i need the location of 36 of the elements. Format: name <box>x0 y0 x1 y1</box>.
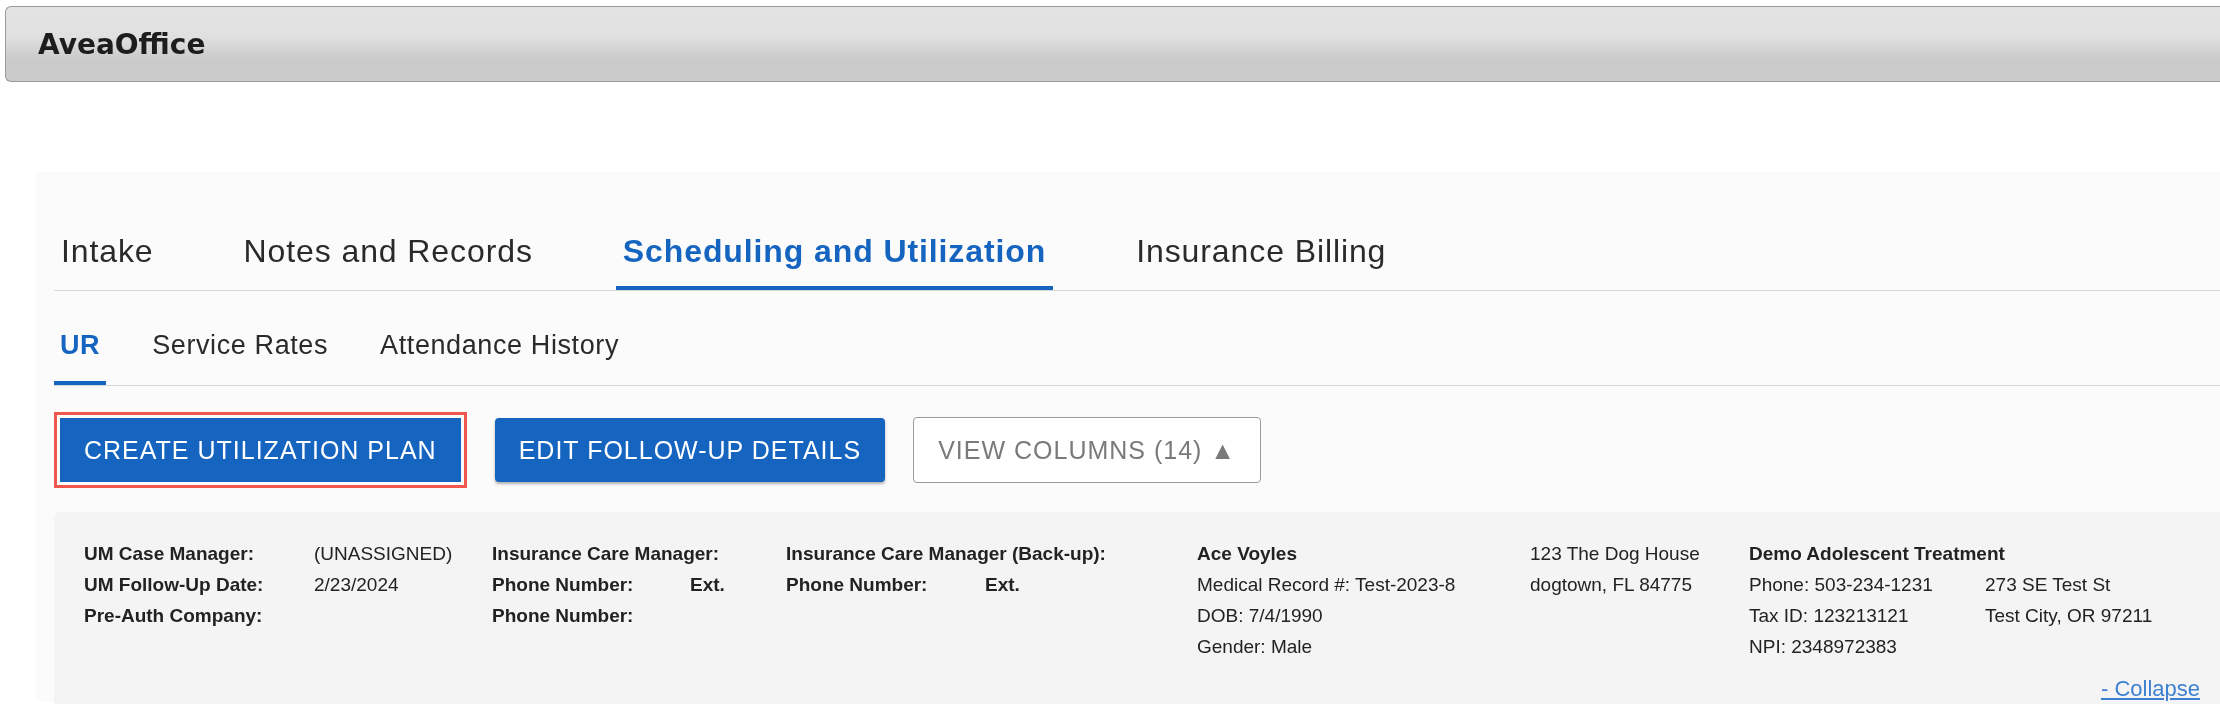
subtab[interactable]: UR <box>54 309 107 385</box>
action-button[interactable]: EDIT FOLLOW-UP DETAILS <box>494 418 886 482</box>
field-value: Ext. <box>690 573 725 597</box>
field-value: (UNASSIGNED) <box>314 542 453 566</box>
action-button[interactable]: VIEW COLUMNS (14) ▲ <box>913 417 1262 483</box>
contact-line: Tax ID: 123213121 <box>1749 604 1910 628</box>
address-line: Test City, OR 97211 <box>1985 604 2153 628</box>
tab[interactable]: Scheduling and Utilization <box>615 216 1054 290</box>
address-line: 273 SE Test St <box>1985 573 2112 597</box>
action-button[interactable]: CREATE UTILIZATION PLAN <box>54 412 467 488</box>
contact-line: DOB: 7/4/1990 <box>1197 604 1324 628</box>
contact-name: Demo Adolescent Treatment <box>1749 542 2006 566</box>
contact-line: Medical Record #: Test-2023-8 <box>1197 573 1457 597</box>
contact-line: Phone: 503-234-1231 <box>1749 573 1934 597</box>
field-label: Phone Number: <box>492 573 635 597</box>
field-label: UM Case Manager: <box>84 542 255 566</box>
field-label: UM Follow-Up Date: <box>84 573 265 597</box>
subtab[interactable]: Attendance History <box>374 309 625 385</box>
field-label: Pre-Auth Company: <box>84 604 264 628</box>
field-value: 2/23/2024 <box>314 573 399 597</box>
collapse-link[interactable]: - Collapse <box>2100 673 2200 704</box>
field-label: Insurance Care Manager: <box>492 542 720 566</box>
field-value: Ext. <box>985 573 1020 597</box>
contact-name: Ace Voyles <box>1197 542 1298 566</box>
contact-line: NPI: 2348972383 <box>1749 635 1898 659</box>
field-label: Phone Number: <box>786 573 929 597</box>
contact-line: dogtown, FL 84775 <box>1530 573 1693 597</box>
window-title: AveaOffice <box>38 27 206 61</box>
contact-line: Gender: Male <box>1197 635 1314 659</box>
tab[interactable]: Insurance Billing <box>1129 216 1394 290</box>
tab[interactable]: Intake <box>54 216 161 290</box>
subtab[interactable]: Service Rates <box>146 309 335 385</box>
field-label: Phone Number: <box>492 604 635 628</box>
field-label: Insurance Care Manager (Back-up): <box>786 542 1106 566</box>
tab[interactable]: Notes and Records <box>236 216 540 290</box>
contact-line: 123 The Dog House <box>1530 542 1701 566</box>
